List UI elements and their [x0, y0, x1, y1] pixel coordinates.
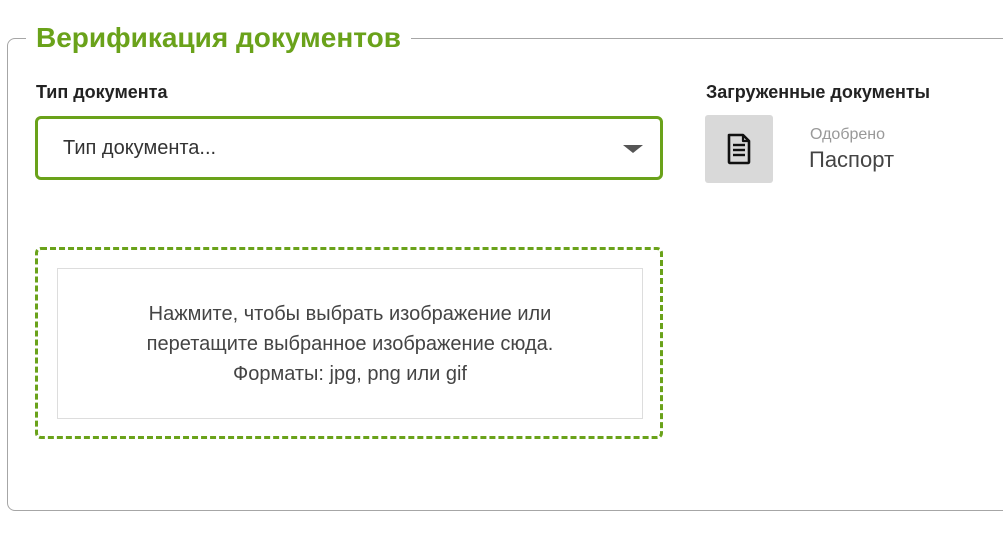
- section-title: Верификация документов: [26, 18, 411, 58]
- document-icon: [727, 133, 751, 165]
- upload-dropzone-area[interactable]: Нажмите, чтобы выбрать изображение или п…: [57, 268, 643, 419]
- dropzone-instruction-line-1: Нажмите, чтобы выбрать изображение или: [148, 302, 552, 325]
- dropzone-formats-line: Форматы: jpg, png или gif: [233, 362, 467, 385]
- chevron-down-icon: [623, 145, 643, 153]
- uploaded-document-name: Паспорт: [809, 147, 895, 172]
- doc-type-select[interactable]: Тип документа...: [35, 116, 663, 180]
- doc-type-select-value: Тип документа...: [63, 137, 217, 159]
- uploaded-document-thumbnail[interactable]: [705, 115, 773, 183]
- dropzone-instruction-line-2: перетащите выбранное изображение сюда.: [146, 332, 554, 355]
- uploaded-documents-label: Загруженные документы: [706, 82, 931, 102]
- uploaded-document-status: Одобрено: [810, 126, 886, 143]
- doc-type-label: Тип документа: [36, 82, 168, 102]
- upload-dropzone[interactable]: Нажмите, чтобы выбрать изображение или п…: [35, 247, 663, 439]
